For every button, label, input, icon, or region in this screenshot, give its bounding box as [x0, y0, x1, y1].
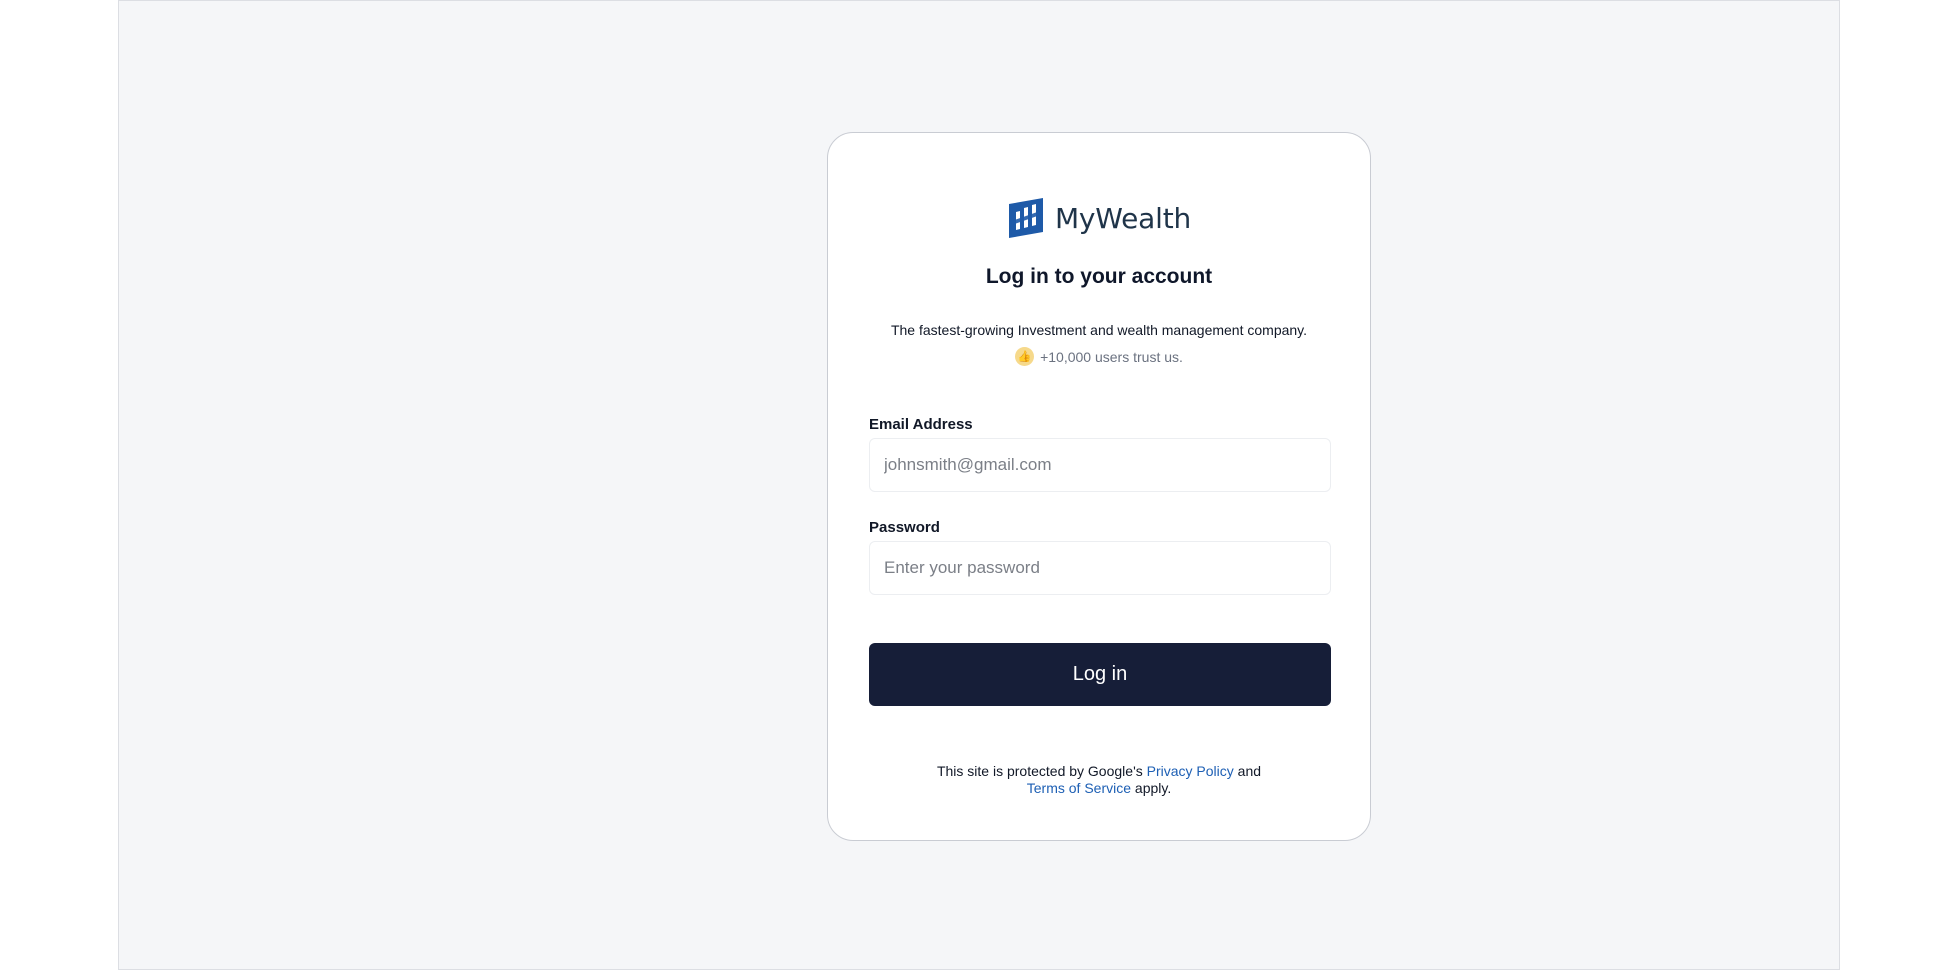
email-label: Email Address [869, 416, 973, 433]
legal-conjunction: and [1237, 763, 1262, 779]
brand-name: MyWealth [1054, 201, 1192, 235]
page-frame: MyWealth Log in to your account The fast… [118, 0, 1840, 970]
email-field[interactable] [869, 438, 1331, 492]
password-field[interactable] [869, 541, 1331, 595]
page-title: Log in to your account [985, 265, 1213, 288]
trust-indicator: 👍 +10,000 users trust us. [828, 347, 1370, 366]
brand-header: MyWealth [828, 197, 1370, 239]
legal-prefix: This site is protected by Google's [936, 763, 1143, 779]
thumbs-up-icon: 👍 [1015, 347, 1035, 366]
tagline: The fastest-growing Investment and wealt… [890, 322, 1308, 338]
login-card: MyWealth Log in to your account The fast… [827, 132, 1371, 841]
login-button[interactable]: Log in [869, 643, 1331, 706]
legal-notice: This site is protected by Google's Priva… [828, 763, 1370, 797]
legal-suffix: apply. [1134, 780, 1172, 796]
privacy-policy-link[interactable]: Privacy Policy [1147, 763, 1234, 779]
mywealth-logo-icon [1008, 198, 1043, 238]
trust-text: +10,000 users trust us. [1040, 348, 1183, 365]
terms-of-service-link[interactable]: Terms of Service [1027, 780, 1131, 796]
password-label: Password [869, 519, 940, 536]
